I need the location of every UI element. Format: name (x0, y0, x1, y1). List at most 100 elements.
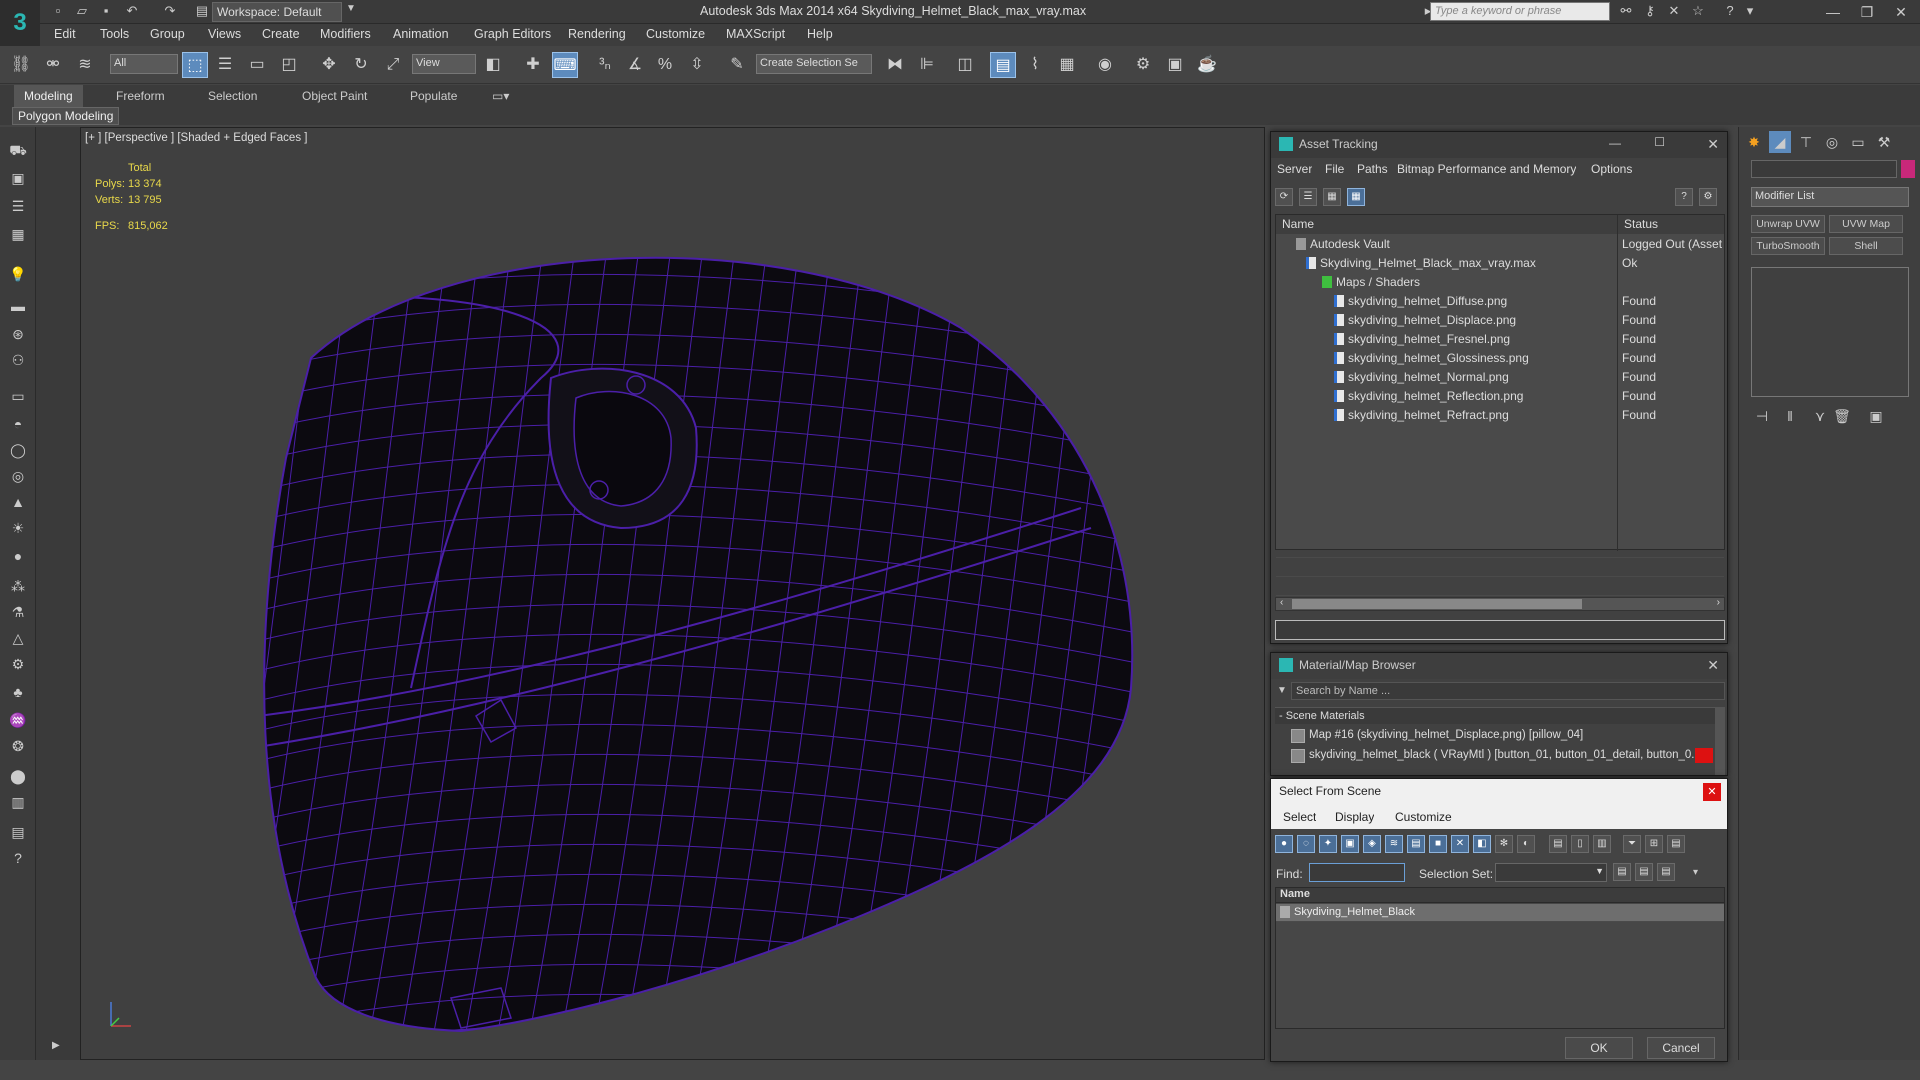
asset-tracking-titlebar[interactable]: Asset Tracking — ☐ ✕ (1271, 132, 1727, 158)
menu-edit[interactable]: Edit (54, 27, 76, 41)
scene-materials-group[interactable]: - Scene Materials (1275, 707, 1715, 724)
display-tab-icon[interactable]: ▭ (1847, 131, 1869, 153)
project-folder-icon[interactable]: ▤ (194, 3, 210, 19)
link-icon[interactable]: ⛓ (8, 52, 34, 78)
menu-file[interactable]: File (1325, 162, 1344, 176)
list-item[interactable]: Skydiving_Helmet_Black (1276, 904, 1724, 922)
gear-icon[interactable]: ⚙ (7, 653, 29, 675)
object-name-field[interactable] (1751, 160, 1897, 178)
list-view-icon[interactable]: ☰ (1299, 188, 1317, 206)
table-row[interactable] (1276, 444, 1724, 463)
new-file-icon[interactable]: ▫ (50, 3, 66, 19)
menu-customize[interactable]: Customize (646, 27, 705, 41)
edit-named-selection-icon[interactable]: ✎ (724, 52, 750, 78)
menu-server[interactable]: Server (1277, 162, 1312, 176)
menu-group[interactable]: Group (150, 27, 185, 41)
plane-icon[interactable]: ▭ (7, 385, 29, 407)
hair-icon[interactable]: ♒ (7, 709, 29, 731)
people-icon[interactable]: ⚇ (7, 349, 29, 371)
containers-filter-icon[interactable]: ◧ (1473, 835, 1491, 853)
invert-selection-icon[interactable]: ▥ (1593, 835, 1611, 853)
save-icon[interactable]: ▪ (98, 3, 114, 19)
ok-button[interactable]: OK (1565, 1037, 1633, 1059)
menu-maxscript[interactable]: MAXScript (726, 27, 785, 41)
uvw-map-button[interactable]: UVW Map (1829, 215, 1903, 233)
turbosmooth-button[interactable]: TurboSmooth (1751, 237, 1825, 255)
table-row[interactable] (1276, 558, 1724, 577)
remove-from-selection-set-icon[interactable]: ▤ (1657, 863, 1675, 881)
add-to-selection-set-icon[interactable]: ▤ (1635, 863, 1653, 881)
fur-icon[interactable]: ♣ (7, 681, 29, 703)
groups-filter-icon[interactable]: ▤ (1407, 835, 1425, 853)
move-icon[interactable]: ✥ (316, 52, 342, 78)
named-selection-dropdown[interactable]: Create Selection Se (756, 54, 872, 74)
rectangular-selection-icon[interactable]: ▭ (244, 52, 270, 78)
render-production-icon[interactable]: ☕ (1194, 52, 1220, 78)
pin-stack-icon[interactable]: ⊣ (1751, 405, 1773, 427)
ribbon-tab-populate[interactable]: Populate (400, 85, 467, 107)
table-row[interactable]: skydiving_helmet_Normal.png Found (1276, 368, 1724, 387)
help-icon[interactable]: ? (7, 847, 29, 869)
create-tab-icon[interactable]: ✸ (1743, 131, 1765, 153)
helper-icon[interactable]: ⊛ (7, 323, 29, 345)
material-search-input[interactable]: Search by Name ... (1291, 682, 1725, 700)
options-dropdown-icon[interactable]: ▾ (1693, 867, 1698, 878)
settings-icon[interactable]: ⚙ (1699, 188, 1717, 206)
camera-icon[interactable]: ▬ (7, 295, 29, 317)
window-crossing-icon[interactable]: ◰ (276, 52, 302, 78)
scene-explorer-icon[interactable]: ▤ (990, 52, 1016, 78)
archive-icon[interactable]: ▤ (7, 821, 29, 843)
layer-manager-icon[interactable]: ◫ (952, 52, 978, 78)
mirror-icon[interactable]: ⧓ (882, 52, 908, 78)
molecule-icon[interactable]: ⚗ (7, 601, 29, 623)
select-none-icon[interactable]: ▯ (1571, 835, 1589, 853)
modifier-stack[interactable] (1751, 267, 1909, 397)
menu-views[interactable]: Views (208, 27, 241, 41)
table-row[interactable]: Autodesk Vault Logged Out (Asset T (1276, 235, 1724, 254)
material-browser-titlebar[interactable]: Material/Map Browser ✕ (1271, 653, 1727, 679)
ribbon-tab-selection[interactable]: Selection (198, 85, 267, 107)
unwrap-uvw-button[interactable]: Unwrap UVW (1751, 215, 1825, 233)
thumbnail-view-icon[interactable]: ▦ (1323, 188, 1341, 206)
vertical-scrollbar[interactable] (1715, 707, 1725, 775)
hierarchy-icon[interactable]: ⊞ (1645, 835, 1663, 853)
select-from-scene-titlebar[interactable]: Select From Scene ✕ (1271, 779, 1727, 805)
material-item[interactable]: Map #16 (skydiving_helmet_Displace.png) … (1287, 727, 1713, 746)
scroll-left-icon[interactable]: ‹ (1280, 597, 1283, 608)
menu-customize[interactable]: Customize (1395, 810, 1452, 824)
material-item[interactable]: skydiving_helmet_black ( VRayMtl ) [butt… (1287, 747, 1713, 766)
sphere-icon[interactable]: ◯ (7, 439, 29, 461)
close-icon[interactable]: ✕ (1703, 783, 1721, 801)
globe-icon[interactable]: ⬤ (7, 765, 29, 787)
make-unique-icon[interactable]: ⋎ (1809, 405, 1831, 427)
ribbon-tab-freeform[interactable]: Freeform (106, 85, 175, 107)
table-row[interactable]: Maps / Shaders (1276, 273, 1724, 292)
star-icon[interactable]: ☆ (1690, 3, 1706, 19)
horizontal-scrollbar[interactable]: ‹ › (1275, 597, 1725, 611)
selection-filter-dropdown[interactable]: All (110, 54, 178, 74)
chevron-down-icon[interactable]: ▾ (1742, 3, 1758, 19)
utilities-tab-icon[interactable]: ⚒ (1873, 131, 1895, 153)
curve-editor-icon[interactable]: ⌇ (1022, 52, 1048, 78)
reference-coordinate-dropdown[interactable]: View (412, 54, 476, 74)
menu-bitmap-performance[interactable]: Bitmap Performance and Memory (1397, 162, 1576, 176)
menu-rendering[interactable]: Rendering (568, 27, 626, 41)
menu-select[interactable]: Select (1283, 810, 1316, 824)
configure-modifier-sets-icon[interactable]: ▣ (1865, 405, 1887, 427)
cancel-button[interactable]: Cancel (1647, 1037, 1715, 1059)
xrefs-filter-icon[interactable]: ■ (1429, 835, 1447, 853)
ribbon-tab-object-paint[interactable]: Object Paint (292, 85, 377, 107)
select-object-icon[interactable]: ⬚ (182, 52, 208, 78)
minimize-icon[interactable]: — (1609, 136, 1621, 150)
menu-paths[interactable]: Paths (1357, 162, 1388, 176)
modify-tab-icon[interactable]: ◢ (1769, 131, 1791, 153)
scrollbar-thumb[interactable] (1292, 599, 1582, 609)
chevron-down-icon[interactable]: ▼ (346, 3, 356, 14)
container-icon[interactable]: ⛟ (7, 139, 29, 161)
list-icon[interactable]: ☰ (7, 195, 29, 217)
table-row[interactable] (1276, 539, 1724, 558)
redo-icon[interactable]: ↷ (162, 3, 178, 19)
lights-filter-icon[interactable]: ✦ (1319, 835, 1337, 853)
frozen-filter-icon[interactable]: ✻ (1495, 835, 1513, 853)
material-editor-icon[interactable]: ◉ (1092, 52, 1118, 78)
